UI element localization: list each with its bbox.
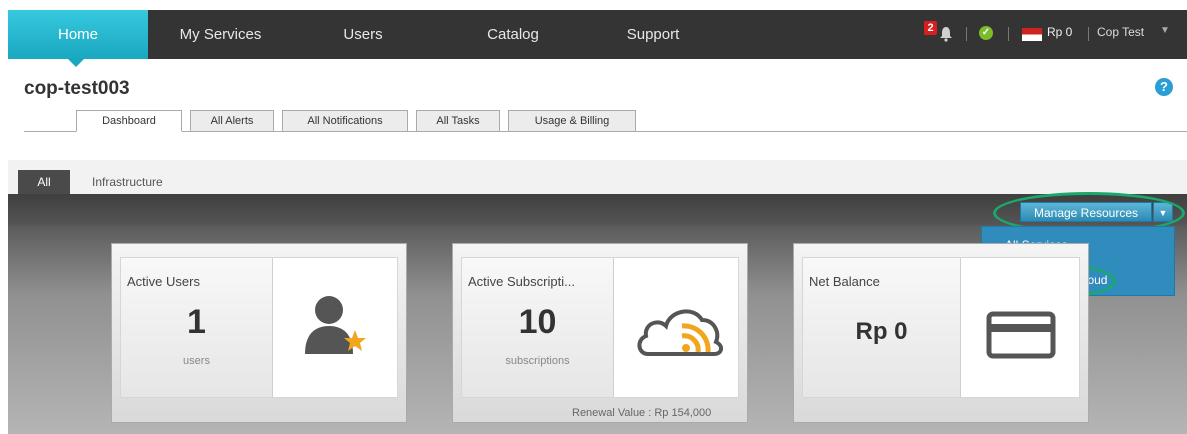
card-body: Active Subscripti... 10 subscriptions: [461, 257, 739, 398]
card-body: Net Balance Rp 0: [802, 257, 1080, 398]
notification-badge[interactable]: 2: [924, 21, 937, 35]
tab-home[interactable]: Home: [8, 10, 148, 59]
subtab-all-alerts[interactable]: All Alerts: [190, 110, 274, 132]
card-value: 10: [518, 303, 557, 341]
filter-tab-all[interactable]: All: [18, 170, 70, 194]
balance-text[interactable]: Rp 0: [1047, 25, 1072, 39]
card-active-users: Active Users 1 users: [111, 243, 407, 423]
caret-down-icon[interactable]: ▼: [1160, 25, 1170, 36]
subtab-all-notifications[interactable]: All Notifications: [282, 110, 408, 132]
card-title: Net Balance: [809, 274, 880, 289]
divider: [966, 27, 967, 41]
user-menu[interactable]: Cop Test: [1097, 25, 1144, 39]
cloud-rss-icon: [637, 309, 723, 356]
card-title: Active Subscripti...: [468, 274, 575, 289]
subtab-dashboard[interactable]: Dashboard: [76, 110, 182, 132]
divider: [1088, 27, 1089, 41]
card-active-subscriptions: Active Subscripti... 10 subscriptions: [452, 243, 748, 423]
page-title: cop-test003: [24, 78, 130, 99]
wallet-icon: [986, 311, 1056, 359]
check-icon[interactable]: ✓: [979, 26, 993, 40]
card-unit: users: [183, 355, 210, 367]
card-value: 1: [187, 303, 206, 341]
card-title: Active Users: [127, 274, 200, 289]
card-stats: Active Users 1 users: [121, 258, 273, 397]
renewal-value: Renewal Value : Rp 154,000: [572, 407, 712, 419]
card-body: Active Users 1 users: [120, 257, 398, 398]
tab-support[interactable]: Support: [593, 10, 713, 59]
active-tab-pointer: [68, 59, 84, 67]
page: Home My Services Users Catalog Support 2…: [0, 0, 1187, 434]
help-icon[interactable]: ?: [1155, 78, 1173, 96]
divider: [1008, 27, 1009, 41]
card-stats: Net Balance Rp 0: [803, 258, 961, 397]
subtab-all-tasks[interactable]: All Tasks: [416, 110, 500, 132]
user-icon: [305, 296, 366, 354]
bell-icon[interactable]: [938, 26, 954, 42]
tab-users[interactable]: Users: [293, 10, 433, 59]
card-net-balance: Net Balance Rp 0: [793, 243, 1089, 423]
top-nav: Home My Services Users Catalog Support: [8, 10, 1187, 59]
filter-bar: [8, 160, 1187, 194]
subtab-usage-billing[interactable]: Usage & Billing: [508, 110, 636, 132]
tab-my-services[interactable]: My Services: [148, 10, 293, 59]
tab-catalog[interactable]: Catalog: [433, 10, 593, 59]
card-unit: subscriptions: [505, 355, 570, 367]
filter-tab-infrastructure[interactable]: Infrastructure: [92, 170, 163, 194]
flag-icon[interactable]: [1022, 28, 1042, 41]
card-value: Rp 0: [855, 318, 908, 345]
card-stats: Active Subscripti... 10 subscriptions: [462, 258, 614, 397]
